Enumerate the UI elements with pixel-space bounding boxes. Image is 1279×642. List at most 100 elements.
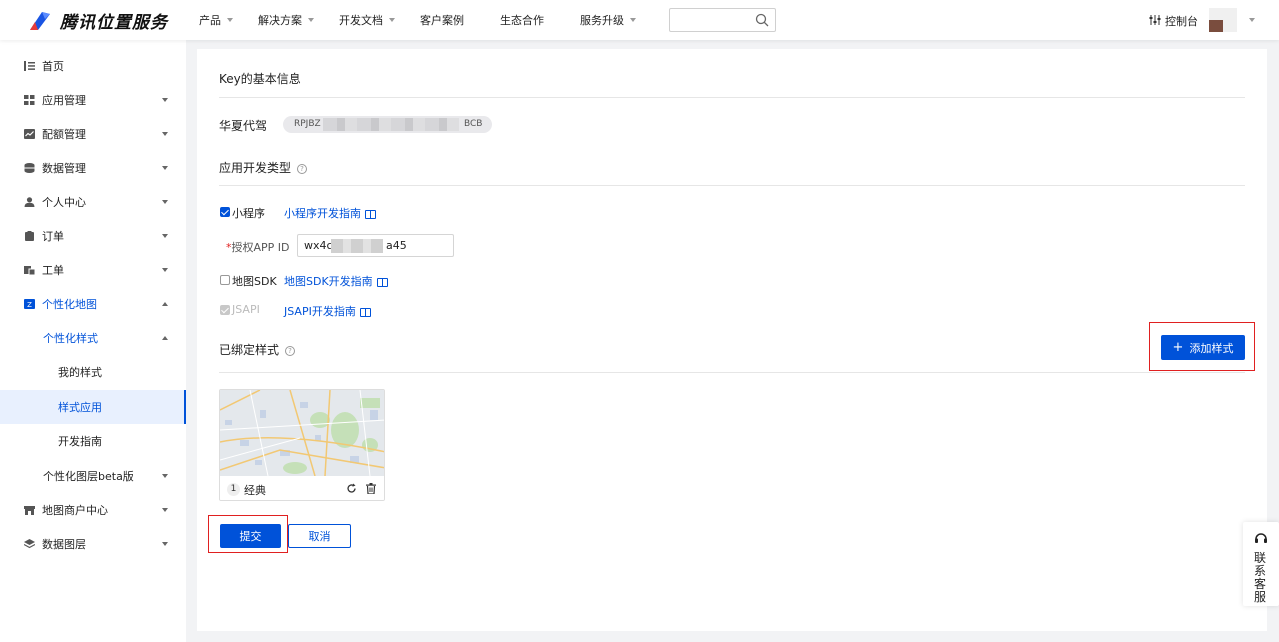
chevron-down-icon[interactable]	[1249, 18, 1255, 22]
section-title-key-info: Key的基本信息	[219, 72, 301, 86]
sidebar-item-map-merchant[interactable]: 地图商户中心	[0, 493, 186, 527]
sidebar-item-label: 数据管理	[42, 162, 86, 175]
search-input[interactable]	[674, 10, 754, 30]
button-label: 添加样式	[1189, 341, 1234, 355]
avatar[interactable]	[1209, 8, 1237, 32]
sidebar-item-label: 个人中心	[42, 196, 86, 209]
section-title-text: 应用开发类型	[219, 161, 292, 175]
sidebar-item-app-management[interactable]: 应用管理	[0, 83, 186, 117]
miniprogram-checkbox[interactable]	[220, 207, 230, 217]
main-panel: Key的基本信息 华夏代驾 RPJBZ BCB 应用开发类型? 小程序 小程序开…	[197, 49, 1267, 631]
chevron-down-icon	[162, 234, 168, 238]
sidebar-item-quota[interactable]: 配额管理	[0, 117, 186, 151]
sidebar-item-style-apply[interactable]: 样式应用	[0, 390, 186, 424]
nav-item-solutions[interactable]: 解决方案	[258, 12, 314, 28]
link-text: 小程序开发指南	[284, 207, 361, 220]
nav-item-cases[interactable]: 客户案例	[420, 12, 464, 28]
chevron-down-icon	[162, 474, 168, 478]
sidebar-item-home[interactable]: 首页	[0, 49, 186, 83]
nav-item-ecosystem[interactable]: 生态合作	[500, 12, 544, 28]
appid-field[interactable]: wx4c a45	[297, 234, 454, 257]
key-suffix: BCB	[464, 119, 483, 129]
list-icon	[24, 61, 35, 71]
sidebar-item-personal[interactable]: 个人中心	[0, 185, 186, 219]
sidebar-item-label: 订单	[42, 230, 64, 243]
submit-button[interactable]: 提交	[220, 524, 281, 548]
customer-service-widget[interactable]: 联系客服	[1243, 522, 1279, 606]
miniprogram-guide-link[interactable]: 小程序开发指南	[284, 205, 376, 221]
refresh-icon[interactable]	[346, 483, 357, 497]
top-navbar: 腾讯位置服务 产品 解决方案 开发文档 客户案例 生态合作 服务升级 控制台	[0, 0, 1279, 40]
style-index-badge: 1	[227, 483, 240, 496]
shop-icon	[24, 505, 35, 515]
console-label: 控制台	[1165, 15, 1198, 28]
sidebar-item-orders[interactable]: 订单	[0, 219, 186, 253]
chevron-down-icon	[162, 542, 168, 546]
nav-item-label: 产品	[199, 14, 221, 27]
chevron-up-icon	[162, 302, 168, 306]
add-style-button[interactable]: + 添加样式	[1161, 335, 1245, 360]
nav-item-label: 生态合作	[500, 14, 544, 27]
sidebar-item-custom-layer-beta[interactable]: 个性化图层beta版	[0, 459, 186, 493]
search-box	[669, 8, 776, 32]
chevron-down-icon	[389, 18, 395, 22]
book-icon	[376, 277, 388, 287]
sidebar-item-label: 个性化图层beta版	[43, 470, 134, 483]
nav-item-label: 客户案例	[420, 14, 464, 27]
style-name: 经典	[244, 484, 266, 497]
link-text: 地图SDK开发指南	[284, 275, 373, 288]
sidebar-item-my-styles[interactable]: 我的样式	[0, 355, 186, 389]
brand-name: 腾讯位置服务	[60, 13, 168, 33]
sidebar-item-label: 开发指南	[58, 435, 102, 448]
section-title-app-type: 应用开发类型?	[219, 159, 308, 176]
cancel-button[interactable]: 取消	[288, 524, 351, 548]
brand-logo[interactable]: 腾讯位置服务	[28, 8, 168, 33]
chevron-down-icon	[162, 200, 168, 204]
search-icon[interactable]	[755, 13, 769, 30]
sliders-icon	[1149, 14, 1161, 29]
nav-item-docs[interactable]: 开发文档	[339, 12, 395, 28]
jsapi-label: JSAPI	[232, 303, 260, 316]
layers-icon	[23, 539, 36, 549]
style-card[interactable]: 1 经典	[219, 389, 385, 501]
grid-icon	[24, 95, 35, 105]
nav-item-upgrade[interactable]: 服务升级	[580, 12, 636, 28]
divider	[219, 185, 1245, 186]
ticket-icon	[24, 265, 36, 276]
miniprogram-label: 小程序	[232, 207, 265, 220]
help-icon[interactable]: ?	[297, 163, 308, 174]
sidebar-item-label: 首页	[42, 60, 64, 73]
nav-item-product[interactable]: 产品	[199, 12, 233, 28]
console-link[interactable]: 控制台	[1149, 13, 1198, 29]
divider	[219, 97, 1245, 98]
nav-item-label: 服务升级	[580, 14, 624, 27]
sidebar-item-data[interactable]: 数据管理	[0, 151, 186, 185]
sidebar-item-dev-guide[interactable]: 开发指南	[0, 424, 186, 458]
style-card-footer: 1 经典	[220, 476, 384, 500]
sidebar-item-data-layers[interactable]: 数据图层	[0, 527, 186, 561]
appid-label-text: 授权APP ID	[231, 241, 290, 254]
sidebar-item-label: 地图商户中心	[42, 504, 108, 517]
trash-icon[interactable]	[366, 483, 376, 497]
sidebar-item-custom-style[interactable]: 个性化样式	[0, 321, 186, 355]
book-icon	[365, 209, 376, 219]
divider	[219, 372, 1245, 373]
mapsdk-guide-link[interactable]: 地图SDK开发指南	[284, 273, 388, 289]
sidebar-item-label: 我的样式	[58, 366, 102, 379]
chevron-down-icon	[162, 98, 168, 102]
mapsdk-checkbox[interactable]	[220, 275, 230, 285]
section-title-text: 已绑定样式	[219, 343, 280, 357]
sidebar-item-tickets[interactable]: 工单	[0, 253, 186, 287]
link-text: JSAPI开发指南	[284, 305, 356, 318]
headset-icon	[1254, 531, 1268, 548]
sidebar-item-custom-map[interactable]: Z 个性化地图	[0, 287, 186, 321]
plus-icon: +	[1172, 340, 1184, 355]
book-icon	[359, 307, 371, 317]
tencent-location-logo-icon	[28, 10, 52, 32]
jsapi-guide-link[interactable]: JSAPI开发指南	[284, 303, 371, 319]
sidebar-item-label: 数据图层	[42, 538, 86, 551]
help-icon[interactable]: ?	[285, 345, 296, 356]
mapsdk-label: 地图SDK	[232, 275, 277, 288]
svg-text:Z: Z	[27, 301, 32, 309]
chevron-down-icon	[308, 18, 314, 22]
